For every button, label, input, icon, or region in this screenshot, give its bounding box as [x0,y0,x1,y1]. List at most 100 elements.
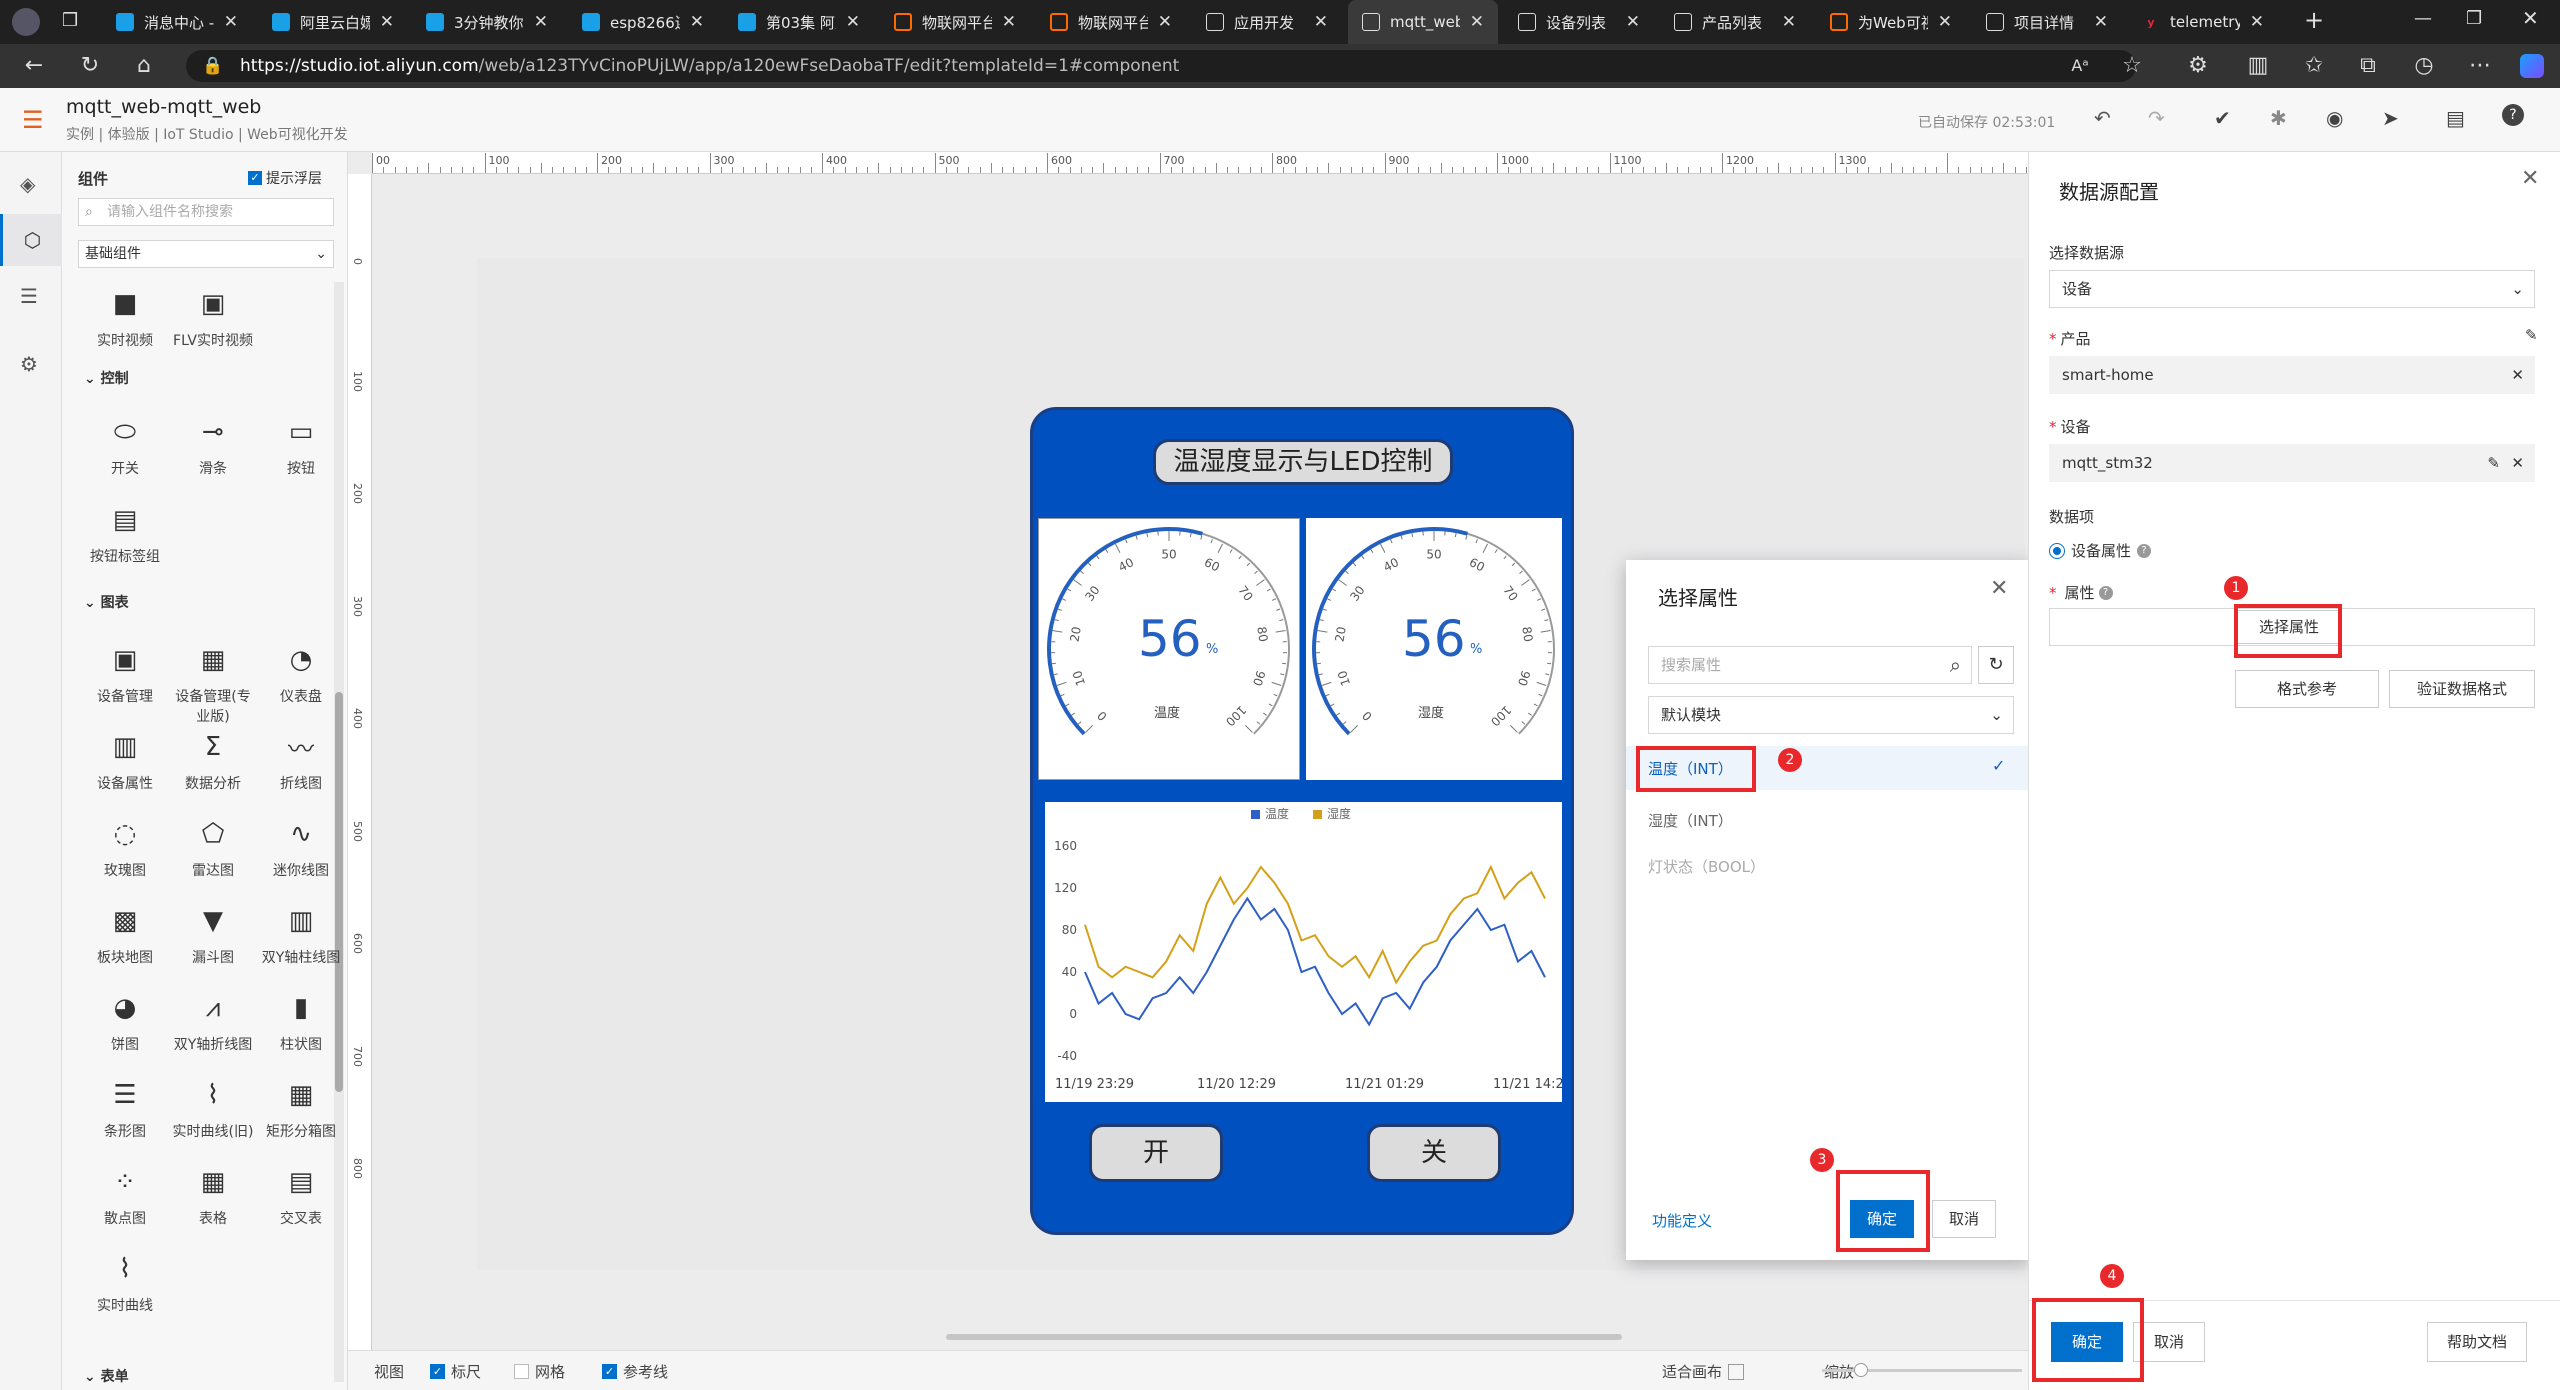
dialog-close-icon[interactable]: ✕ [1990,576,2008,601]
component-item[interactable]: ⬠ 雷达图 [170,814,256,880]
fit-canvas-button[interactable]: 适合画布 [1662,1361,1745,1382]
canvas-scrollbar[interactable] [946,1334,1622,1340]
led-off-button[interactable]: 关 [1367,1124,1501,1182]
document-icon[interactable]: ▤ [2446,106,2465,130]
browser-tab[interactable]: 设备列表 ✕ [1504,0,1654,44]
help-docs-button[interactable]: 帮助文档 [2427,1322,2527,1362]
product-field[interactable]: smart-home ✕ [2049,356,2535,394]
grid-checkbox[interactable]: 网格 [514,1361,565,1382]
close-tab-icon[interactable]: ✕ [1626,12,1640,32]
browser-profile-icon[interactable] [12,8,40,36]
history-icon[interactable]: ◷ [2404,44,2444,88]
zoom-handle[interactable] [1854,1363,1868,1377]
favorites-icon[interactable]: ✩ [2294,44,2334,88]
component-item[interactable]: ▮ 柱状图 [258,988,344,1054]
browser-tab[interactable]: 消息中心 - E ✕ [102,0,252,44]
component-item[interactable]: ◕ 饼图 [82,988,168,1054]
component-item[interactable]: ◔ 仪表盘 [258,640,344,706]
section-header[interactable]: ⌄ 控制 [84,368,129,388]
close-tab-icon[interactable]: ✕ [1938,12,1952,32]
back-icon[interactable]: ← [14,44,54,88]
component-search-input[interactable]: ⌕ 请输入组件名称搜索 [78,198,334,226]
components-icon[interactable]: ⬡ [0,214,62,266]
component-item[interactable]: ∿ 迷你线图 [258,814,344,880]
close-tab-icon[interactable]: ✕ [534,12,548,32]
publish-icon[interactable]: ➤ [2382,106,2399,130]
section-header[interactable]: ⌄ 图表 [84,592,129,612]
component-item[interactable]: ▦ 矩形分箱图 [258,1075,344,1141]
component-item[interactable]: ⌇ 实时曲线(旧) [170,1075,256,1141]
component-item[interactable]: ▦ 表格 [170,1162,256,1228]
component-item[interactable]: ▣ 设备管理 [82,640,168,706]
format-reference-button[interactable]: 格式参考 [2235,670,2379,708]
component-item[interactable]: ⊸ 滑条 [170,412,256,478]
device-mockup[interactable]: 温湿度显示与LED控制 0 10 20 30 40 50 60 70 80 90 100 56 % … [1030,407,1574,1235]
browser-tab[interactable]: 产品列表 ✕ [1660,0,1810,44]
menu-icon[interactable]: ☰ [22,106,44,134]
check-icon[interactable]: ✔ [2214,106,2231,130]
component-item[interactable]: Σ 数据分析 [170,727,256,793]
browser-tab[interactable]: 应用开发 ✕ [1192,0,1342,44]
component-item[interactable]: ▩ 板块地图 [82,901,168,967]
close-tab-icon[interactable]: ✕ [1158,12,1172,32]
close-window-icon[interactable]: ✕ [2522,6,2539,30]
copilot-icon[interactable] [2520,54,2544,78]
component-item[interactable]: ◌ 玫瑰图 [82,814,168,880]
refresh-button[interactable]: ↻ [1978,646,2014,684]
new-tab-button[interactable]: + [2304,6,2324,34]
settings-icon[interactable]: ⚙ [20,352,38,376]
undo-icon[interactable]: ↶ [2094,106,2111,130]
close-tab-icon[interactable]: ✕ [1782,12,1796,32]
category-select[interactable]: 基础组件 ⌄ [78,240,334,268]
dialog-cancel-button[interactable]: 取消 [1932,1200,1996,1238]
attribute-search-input[interactable]: 搜索属性 ⌕ [1648,646,1972,684]
device-field[interactable]: mqtt_stm32 ✎ ✕ [2049,444,2535,482]
edit-icon[interactable]: ✎ [2487,445,2500,481]
device-title[interactable]: 温湿度显示与LED控制 [1153,439,1453,485]
clear-icon[interactable]: ✕ [2511,445,2524,481]
close-tab-icon[interactable]: ✕ [1470,12,1484,32]
component-item[interactable]: ☰ 条形图 [82,1075,168,1141]
read-aloud-icon[interactable]: Aᵃ [2060,44,2100,88]
layers-icon[interactable]: ◈ [20,172,35,196]
component-item[interactable]: ▤ 按钮标签组 [82,500,168,566]
module-select[interactable]: 默认模块 ⌄ [1648,696,2014,734]
function-definition-link[interactable]: 功能定义 [1652,1210,1712,1231]
component-item[interactable]: ▥ 双Y轴柱线图 [258,901,344,967]
browser-tab[interactable]: y telemetry ✕ [2128,0,2278,44]
browser-tab[interactable]: 阿里云白嫖 ✕ [258,0,408,44]
section-header[interactable]: ⌄ 表单 [84,1366,129,1386]
close-tab-icon[interactable]: ✕ [2094,12,2108,32]
panel-close-icon[interactable]: ✕ [2521,166,2539,191]
device-property-radio[interactable]: 设备属性 ? [2049,540,2152,561]
maximize-icon[interactable]: ❐ [2466,8,2482,29]
minimize-icon[interactable]: — [2414,8,2432,29]
workspaces-icon[interactable]: ❒ [62,10,78,31]
browser-tab[interactable]: 物联网平台 ✕ [880,0,1030,44]
datasource-select[interactable]: 设备 ⌄ [2049,270,2535,308]
humidity-gauge[interactable]: 0 10 20 30 40 50 60 70 80 90 100 56 % 湿度 [1306,518,1562,780]
help-icon[interactable]: ? [2502,104,2524,126]
component-item[interactable]: ⩘ 双Y轴折线图 [170,988,256,1054]
favorite-star-icon[interactable]: ☆ [2112,44,2152,88]
attribute-item-led[interactable]: 灯状态（BOOL） [1648,856,1765,877]
component-item[interactable]: ▼ 漏斗图 [170,901,256,967]
reload-icon[interactable]: ↻ [70,44,110,88]
component-item[interactable]: ▦ 设备管理(专业版) [170,640,256,726]
ruler-checkbox[interactable]: ✓ 标尺 [430,1361,481,1382]
browser-tab[interactable]: 为Web可视 ✕ [1816,0,1966,44]
preview-eye-icon[interactable]: ◉ [2326,106,2343,130]
address-bar[interactable]: 🔒 https://studio.iot.aliyun.com/web/a123… [186,50,2136,82]
browser-tab[interactable]: 第03集 阿里 ✕ [724,0,874,44]
browser-tab[interactable]: 项目详情 ✕ [1972,0,2122,44]
component-item[interactable]: ⌇ 实时曲线 [82,1249,168,1315]
close-tab-icon[interactable]: ✕ [380,12,394,32]
attribute-item-humidity[interactable]: 湿度（INT） [1648,810,1733,831]
browser-tab[interactable]: mqtt_web ✕ [1348,0,1498,44]
close-tab-icon[interactable]: ✕ [1314,12,1328,32]
collections-icon[interactable]: ⧉ [2348,44,2388,88]
close-tab-icon[interactable]: ✕ [846,12,860,32]
component-item[interactable]: ■ 实时视频 [82,284,168,350]
component-item[interactable]: ▥ 设备属性 [82,727,168,793]
close-tab-icon[interactable]: ✕ [2250,12,2264,32]
